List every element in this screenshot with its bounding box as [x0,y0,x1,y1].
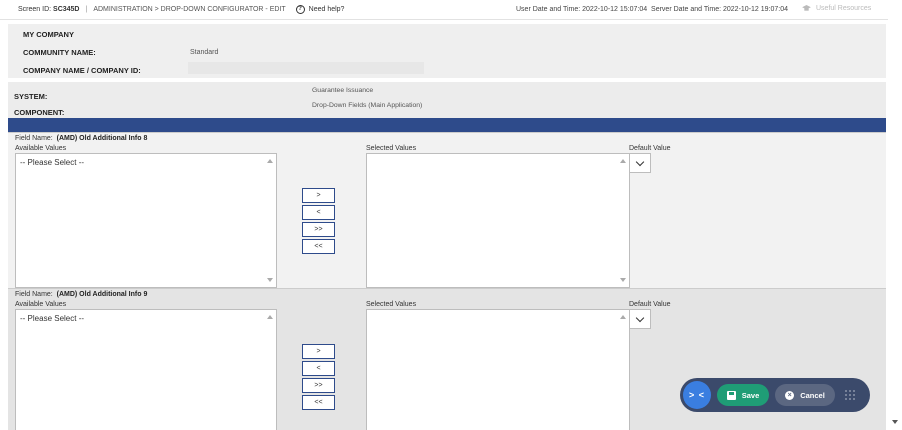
list-item[interactable]: -- Please Select -- [20,158,84,167]
scroll-up-icon[interactable] [620,159,626,163]
field-name: Field Name: (AMD) Old Additional Info 8 [15,135,148,142]
top-bar: Screen ID: SC345D | ADMINISTRATION > DRO… [0,0,888,20]
component-value: Drop-Down Fields (Main Application) [312,102,423,109]
scroll-down-icon[interactable] [892,420,898,424]
scroll-up-icon[interactable] [267,159,273,163]
company-id-value [188,62,424,74]
scrollbar[interactable] [619,310,629,430]
selected-values-label: Selected Values [366,301,417,308]
page-scrollbar[interactable] [888,0,902,430]
community-name-label: COMMUNITY NAME: [23,48,96,57]
scroll-down-icon[interactable] [267,278,273,282]
move-left-button[interactable]: < [302,361,335,376]
collapse-button[interactable]: > < [683,381,711,409]
default-value-select[interactable] [629,153,651,173]
scrollbar[interactable] [266,154,276,287]
move-all-left-button[interactable]: << [302,239,335,254]
datetime-info: User Date and Time: 2022-10-12 15:07:04 … [516,6,788,13]
move-all-left-button[interactable]: << [302,395,335,410]
default-value-label: Default Value [629,301,671,308]
scroll-up-icon[interactable] [267,315,273,319]
scroll-down-icon[interactable] [620,278,626,282]
breadcrumb: ADMINISTRATION > DROP-DOWN CONFIGURATOR … [93,6,286,13]
my-company-label: MY COMPANY [23,30,74,39]
selected-values-list[interactable] [366,309,630,430]
drag-handle-icon[interactable] [845,390,855,400]
scrollbar[interactable] [266,310,276,430]
cancel-button[interactable]: × Cancel [775,384,835,406]
chevron-down-icon [635,157,645,167]
default-value-select[interactable] [629,309,651,329]
available-values-label: Available Values [15,145,67,152]
save-button[interactable]: Save [717,384,769,406]
action-bar: > < Save × Cancel [680,378,870,412]
help-icon: ? [295,5,305,14]
user-datetime: User Date and Time: 2022-10-12 15:07:04 [516,6,648,13]
screen-id: Screen ID: SC345D [18,6,80,13]
system-label: SYSTEM: [14,92,48,101]
available-values-list[interactable]: -- Please Select -- [15,153,277,288]
useful-resources-label: Useful Resources [816,5,872,12]
help-label: Need help? [308,6,345,13]
component-label: COMPONENT: [14,108,65,117]
list-item[interactable]: -- Please Select -- [20,314,84,323]
move-right-button[interactable]: > [302,188,335,203]
selected-values-list[interactable] [366,153,630,288]
system-section: SYSTEM: Guarantee Issuance COMPONENT: Dr… [8,82,886,118]
selected-values-label: Selected Values [366,145,417,152]
move-all-right-button[interactable]: >> [302,378,335,393]
system-value: Guarantee Issuance [312,87,374,94]
company-section: MY COMPANY COMMUNITY NAME: Standard COMP… [8,24,886,78]
available-values-list[interactable]: -- Please Select -- [15,309,277,430]
chevron-down-icon [635,313,645,323]
scrollbar[interactable] [619,154,629,287]
server-datetime: Server Date and Time: 2022-10-12 19:07:0… [651,6,789,13]
graduation-cap-icon [802,5,811,11]
company-id-label: COMPANY NAME / COMPANY ID: [23,66,141,75]
useful-resources-link[interactable]: Useful Resources [802,5,871,12]
help-link[interactable]: ? Need help? [295,5,345,14]
move-all-right-button[interactable]: >> [302,222,335,237]
move-right-button[interactable]: > [302,344,335,359]
field-block: Field Name: (AMD) Old Additional Info 8 … [8,132,886,288]
save-label: Save [741,390,760,400]
community-name-value: Standard [190,49,219,56]
cancel-label: Cancel [800,390,825,400]
separator: | [85,6,88,13]
cancel-icon: × [785,390,795,400]
scroll-up-icon[interactable] [620,315,626,319]
field-name: Field Name: (AMD) Old Additional Info 9 [15,291,148,298]
move-left-button[interactable]: < [302,205,335,220]
section-header-bar [8,118,886,132]
available-values-label: Available Values [15,301,67,308]
default-value-label: Default Value [629,145,671,152]
save-icon [726,390,736,400]
